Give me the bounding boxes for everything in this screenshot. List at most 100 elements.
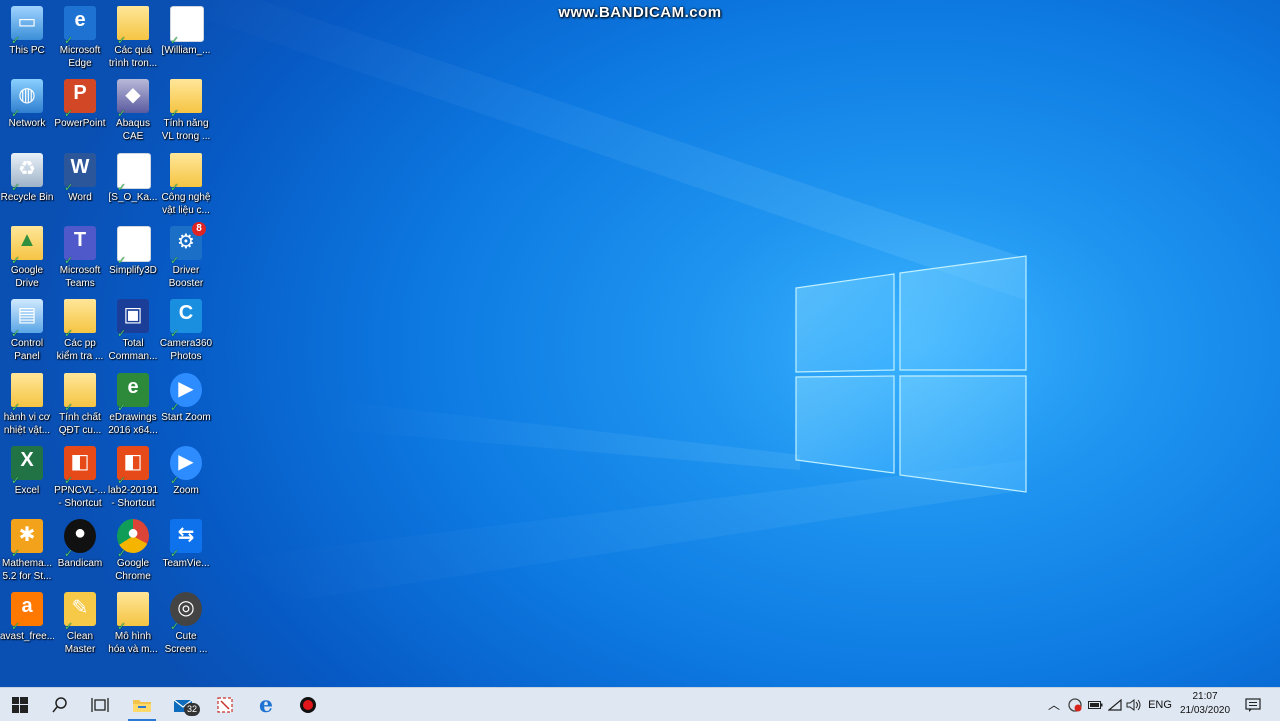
desktop-icon-label: Mô hình hóa và m... (108, 631, 158, 655)
clock-time: 21:07 (1192, 691, 1218, 702)
file-icon: ✓ (113, 224, 153, 267)
desktop-icon-label: Tính chất QĐT cu... (58, 412, 102, 436)
desktop-icon[interactable]: ◎ ✓ Cute Screen ... (159, 590, 213, 660)
cute-screen-icon: ◎ ✓ (166, 590, 206, 633)
desktop-icon[interactable]: ▶ ✓ Start Zoom (159, 371, 213, 441)
desktop-icon-label: avast_free... (0, 631, 54, 642)
desktop-icon[interactable]: e ✓ Microsoft Edge (53, 4, 107, 74)
network-icon: ◍ ✓ (7, 77, 47, 120)
desktop-icon[interactable]: ♻ ✓ Recycle Bin (0, 151, 54, 221)
desktop-icon-label: PPNCVL-... - Shortcut (54, 485, 106, 509)
action-center-button[interactable] (1240, 688, 1266, 721)
desktop-icon[interactable]: ✓ Simplify3D (106, 224, 160, 294)
desktop-icon[interactable]: ▶ ✓ Zoom (159, 444, 213, 514)
sync-check-icon: ✓ (170, 475, 180, 487)
bandicam-taskbar-button[interactable] (288, 688, 328, 721)
sync-check-icon: ✓ (64, 621, 74, 633)
network-tray-button[interactable] (1106, 688, 1124, 721)
sync-check-icon: ✓ (170, 402, 180, 414)
input-language-button[interactable]: ENG (1146, 688, 1174, 721)
sync-check-icon: ✓ (11, 402, 21, 414)
task-view-button[interactable] (80, 688, 120, 721)
teams-icon: T ✓ (60, 224, 100, 267)
sync-check-icon: ✓ (117, 402, 127, 414)
folder-icon: ✓ (113, 4, 153, 47)
chrome-icon: ● ✓ (113, 517, 153, 560)
desktop-icon[interactable]: ✓ Các quá trình tron... (106, 4, 160, 74)
sync-check-icon: ✓ (11, 621, 21, 633)
desktop-icon[interactable]: ▣ ✓ Total Comman... (106, 297, 160, 367)
sync-check-icon: ✓ (11, 548, 21, 560)
desktop-icon-label: [S_O_Ka... (108, 192, 158, 203)
desktop-icon[interactable]: C ✓ Camera360 Photos (159, 297, 213, 367)
folder-icon: ✓ (60, 371, 100, 414)
desktop-icon[interactable]: ⇆ ✓ TeamVie... (159, 517, 213, 587)
desktop-icon[interactable]: ✓ hành vi cơ nhiệt vật... (0, 371, 54, 441)
desktop-icon[interactable]: T ✓ Microsoft Teams (53, 224, 107, 294)
chevron-up-icon: ︿ (1047, 698, 1060, 712)
driver-booster-icon: ⚙ 8 ✓ (166, 222, 206, 267)
desktop-icon[interactable]: ◧ ✓ PPNCVL-... - Shortcut (53, 444, 107, 514)
desktop-icon[interactable]: ⚙ 8 ✓ Driver Booster (159, 222, 213, 294)
desktop-icon-label: TeamVie... (162, 558, 210, 569)
pdf-icon: PDF✓ (166, 4, 206, 47)
sync-check-icon: ✓ (170, 548, 180, 560)
search-button[interactable] (40, 688, 80, 721)
desktop-icon[interactable]: ◍ ✓ Network (0, 77, 54, 147)
desktop-icon-label: Clean Master (64, 631, 96, 655)
show-hidden-icons-button[interactable]: ︿ (1044, 688, 1064, 721)
snipping-tool-button[interactable] (205, 688, 245, 721)
desktop-icon[interactable]: ✓ Công nghệ vật liệu c... (159, 151, 213, 221)
sync-check-icon: ✓ (170, 255, 180, 267)
edge-taskbar-button[interactable]: e (246, 688, 286, 721)
desktop-icon[interactable]: ▤ ✓ Control Panel (0, 297, 54, 367)
desktop-icon[interactable]: ▭ ✓ This PC (0, 4, 54, 74)
desktop-icon[interactable]: ● ✓ Google Chrome (106, 517, 160, 587)
desktop-icon[interactable]: ✱ ✓ Mathema... 5.2 for St... (0, 517, 54, 587)
desktop-icon[interactable]: ✓ Mô hình hóa và m... (106, 590, 160, 660)
desktop-icon[interactable]: ✓ Tính năng VL trong ... (159, 77, 213, 147)
sync-check-icon: ✓ (117, 475, 127, 487)
edge-icon: e (259, 691, 273, 718)
desktop-icon[interactable]: ✎ ✓ Clean Master (53, 590, 107, 660)
teamviewer-icon: ⇆ ✓ (166, 517, 206, 560)
desktop-icon[interactable]: ◧ ✓ lab2-20191 - Shortcut (106, 444, 160, 514)
google-drive-icon: ▲ ✓ (7, 224, 47, 267)
zoom-icon: ▶ ✓ (166, 371, 206, 414)
desktop-icon[interactable]: ◆ ✓ Abaqus CAE (106, 77, 160, 147)
record-icon (300, 696, 316, 713)
folder-icon: ✓ (7, 371, 47, 414)
sync-check-icon: ✓ (11, 328, 21, 340)
sync-check-icon: ✓ (64, 328, 74, 340)
sync-check-icon: ✓ (170, 108, 180, 120)
security-tray-button[interactable] (1066, 688, 1084, 721)
desktop-icon[interactable]: ● ✓ Bandicam (53, 517, 107, 587)
desktop-icon[interactable]: PDF✓[S_O_Ka... (106, 151, 160, 221)
sync-check-icon: ✓ (117, 35, 127, 47)
desktop-icon-label: hành vi cơ nhiệt vật... (3, 412, 51, 436)
pdf-icon: PDF✓ (113, 151, 153, 194)
desktop-icon[interactable]: X ✓ Excel (0, 444, 54, 514)
desktop-icon[interactable]: W ✓ Word (53, 151, 107, 221)
clock-button[interactable]: 21:07 21/03/2020 (1176, 690, 1234, 718)
desktop-icon[interactable]: PDF✓[William_... (159, 4, 213, 74)
taskbar: 32 e ︿ ENG 21:07 21/03/2020 (0, 687, 1280, 721)
desktop-icon[interactable]: ✓ Tính chất QĐT cu... (53, 371, 107, 441)
desktop-icon[interactable]: a ✓ avast_free... (0, 590, 54, 660)
sync-check-icon: ✓ (117, 328, 127, 340)
desktop-icon[interactable]: ✓ Các pp kiểm tra ... (53, 297, 107, 367)
desktop-icon[interactable]: ▲ ✓ Google Drive (0, 224, 54, 294)
battery-tray-button[interactable] (1086, 688, 1104, 721)
sync-check-icon: ✓ (117, 182, 127, 194)
file-explorer-button[interactable] (122, 688, 162, 721)
start-button[interactable] (0, 688, 40, 721)
mail-button[interactable]: 32 (164, 688, 204, 721)
abaqus-icon: ◆ ✓ (113, 77, 153, 120)
clean-master-icon: ✎ ✓ (60, 590, 100, 633)
desktop-icon[interactable]: e ✓ eDrawings 2016 x64... (106, 371, 160, 441)
volume-tray-button[interactable] (1124, 688, 1144, 721)
desktop-icon-label: Google Drive (10, 265, 44, 289)
desktop-icon[interactable]: P ✓ PowerPoint (53, 77, 107, 147)
word-icon: W ✓ (60, 151, 100, 194)
sync-check-icon: ✓ (11, 182, 21, 194)
